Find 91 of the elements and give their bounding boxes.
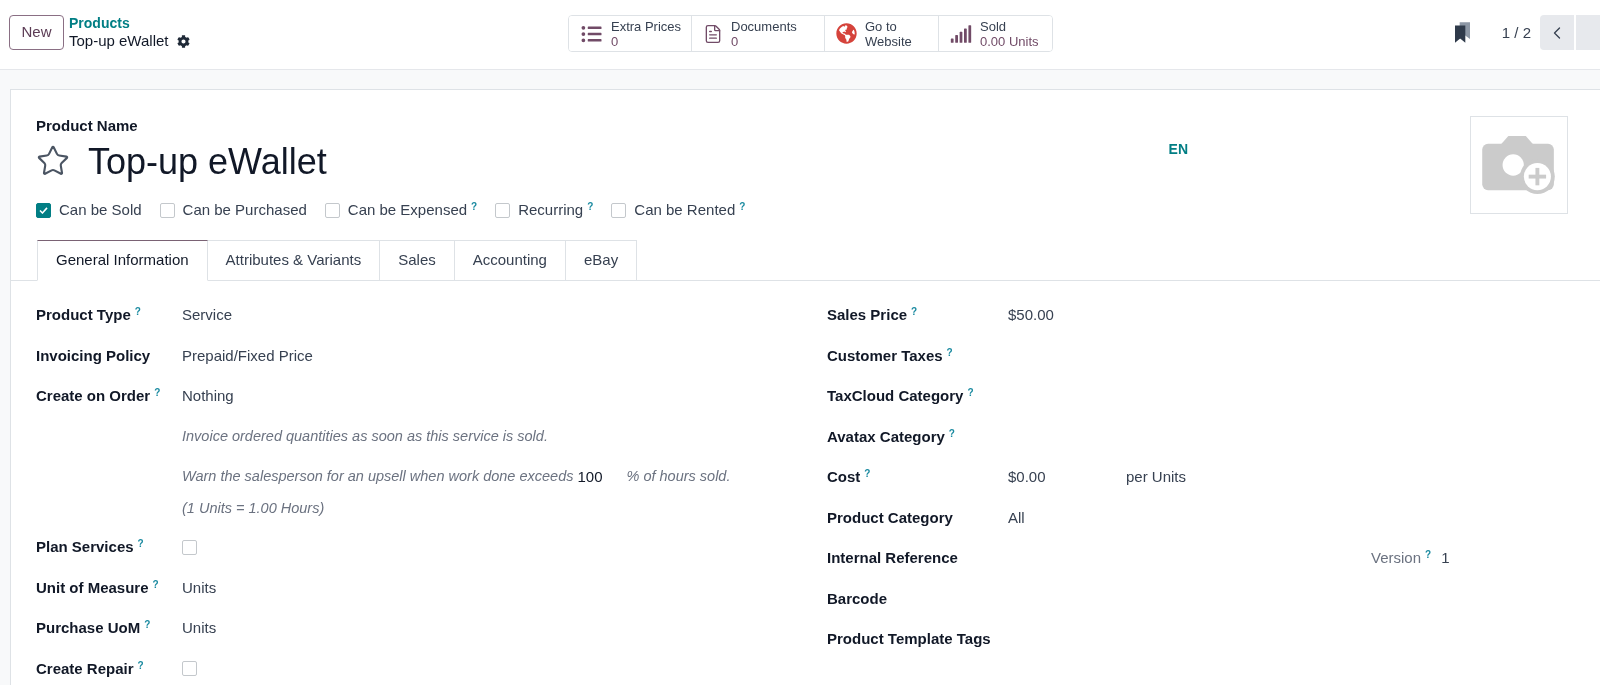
- smart-button-value: 0: [731, 33, 740, 49]
- field-value: Prepaid/Fixed Price: [182, 345, 313, 366]
- field-value: Nothing: [182, 386, 234, 406]
- document-icon: [703, 22, 723, 45]
- checkbox-label[interactable]: Can be Sold: [59, 201, 142, 218]
- help-tooltip[interactable]: ?: [152, 578, 159, 590]
- checkbox-label[interactable]: Recurring: [518, 201, 584, 218]
- help-note: % of hours sold.: [626, 467, 731, 487]
- help-tooltip[interactable]: ?: [587, 201, 594, 212]
- field-value: 1: [1441, 548, 1450, 568]
- field-label: Version: [1371, 549, 1422, 567]
- product-name-field[interactable]: Top-up eWallet: [88, 140, 327, 184]
- field-label: Product Template Tags: [827, 630, 991, 648]
- field-label: Product Type: [36, 306, 131, 324]
- help-tooltip[interactable]: ?: [154, 387, 161, 399]
- checkbox[interactable]: [324, 202, 340, 218]
- field-value: Service: [182, 305, 233, 325]
- check-icon: [39, 206, 48, 214]
- help-tooltip[interactable]: ?: [144, 619, 151, 631]
- field-label: Sales Price: [827, 306, 908, 324]
- help-tooltip[interactable]: ?: [739, 201, 746, 212]
- tab[interactable]: General Information: [37, 240, 208, 281]
- smart-button-value: 0.00 Units: [980, 33, 1039, 49]
- help-tooltip[interactable]: ?: [137, 659, 144, 671]
- tab[interactable]: eBay: [565, 240, 638, 281]
- checkbox-label[interactable]: Can be Rented: [634, 201, 736, 218]
- help-note: Invoice ordered quantities as soon as this service is sold.: [182, 426, 548, 446]
- smart-button-value: 0: [611, 33, 620, 49]
- field-value: All: [1008, 507, 1025, 528]
- field-value: Units: [182, 577, 217, 598]
- checkbox[interactable]: [182, 539, 197, 555]
- bookmarks-icon[interactable]: [1454, 22, 1470, 43]
- help-note: (1 Units = 1.00 Hours): [182, 498, 325, 518]
- field-value: Units: [182, 618, 217, 638]
- star-icon[interactable]: [36, 144, 70, 178]
- help-tooltip[interactable]: ?: [471, 201, 478, 212]
- checkbox[interactable]: [611, 202, 627, 218]
- field-value: $0.00: [1008, 467, 1047, 487]
- field-label: Create on Order: [36, 387, 151, 405]
- help-tooltip[interactable]: ?: [911, 306, 918, 318]
- help-note: Warn the salesperson for an upsell when work done exceeds: [182, 467, 574, 487]
- previous-button[interactable]: [1540, 15, 1574, 50]
- field-label: Product Category: [827, 508, 953, 526]
- breadcrumb-current: Top-up eWallet: [69, 31, 169, 51]
- field-label: Create Repair: [36, 659, 134, 677]
- tab[interactable]: Sales: [380, 240, 455, 281]
- smart-button-label: Sold: [980, 18, 1008, 34]
- field-value: $50.00: [1008, 305, 1054, 325]
- input-field[interactable]: 100: [577, 466, 627, 489]
- camera-plus-icon: [1482, 135, 1556, 195]
- tab[interactable]: Attributes & Variants: [207, 240, 381, 281]
- unit-label: per Units: [1126, 467, 1187, 487]
- field-label: Unit of Measure: [36, 578, 149, 596]
- new-button[interactable]: New: [9, 15, 64, 50]
- smart-button-label: Go to Website: [865, 18, 913, 49]
- field-label: TaxCloud Category: [827, 387, 964, 405]
- help-tooltip[interactable]: ?: [1425, 549, 1432, 561]
- checkbox[interactable]: [182, 661, 197, 677]
- smart-button-label: Documents: [731, 18, 797, 34]
- help-tooltip[interactable]: ?: [946, 346, 953, 358]
- field-label: Product Name: [36, 116, 138, 136]
- checkbox-label[interactable]: Can be Expensed: [347, 201, 468, 218]
- help-tooltip[interactable]: ?: [134, 306, 141, 318]
- field-label: Customer Taxes: [827, 346, 943, 364]
- smart-button[interactable]: Sold 0.00 Units: [938, 16, 1052, 51]
- checkbox[interactable]: [159, 202, 175, 218]
- checkbox-label[interactable]: Can be Purchased: [182, 201, 307, 218]
- list-icon: [580, 23, 603, 44]
- field-label: Plan Services: [36, 538, 134, 556]
- image-upload-button[interactable]: [1470, 116, 1568, 214]
- smart-button-label: Extra Prices: [611, 18, 682, 34]
- breadcrumb-link[interactable]: Products: [69, 15, 190, 31]
- field-label: Barcode: [827, 589, 888, 607]
- field-label: Internal Reference: [827, 549, 958, 567]
- help-tooltip[interactable]: ?: [967, 387, 974, 399]
- language-button[interactable]: EN: [1168, 140, 1188, 158]
- field-label: Invoicing Policy: [36, 346, 151, 364]
- settings-icon[interactable]: [176, 34, 190, 48]
- help-tooltip[interactable]: ?: [137, 538, 144, 550]
- globe-icon: [836, 23, 857, 44]
- checkbox[interactable]: [495, 202, 511, 218]
- pager-value[interactable]: 1 / 2: [1501, 15, 1531, 50]
- help-tooltip[interactable]: ?: [948, 427, 955, 439]
- help-tooltip[interactable]: ?: [864, 468, 871, 480]
- tab[interactable]: Accounting: [454, 240, 566, 281]
- checkbox[interactable]: [36, 202, 51, 218]
- signal-bars-icon: [950, 24, 972, 43]
- field-label: Purchase UoM: [36, 619, 141, 637]
- field-label: Cost: [827, 468, 861, 486]
- next-button[interactable]: [1576, 15, 1600, 50]
- field-label: Avatax Category: [827, 427, 945, 445]
